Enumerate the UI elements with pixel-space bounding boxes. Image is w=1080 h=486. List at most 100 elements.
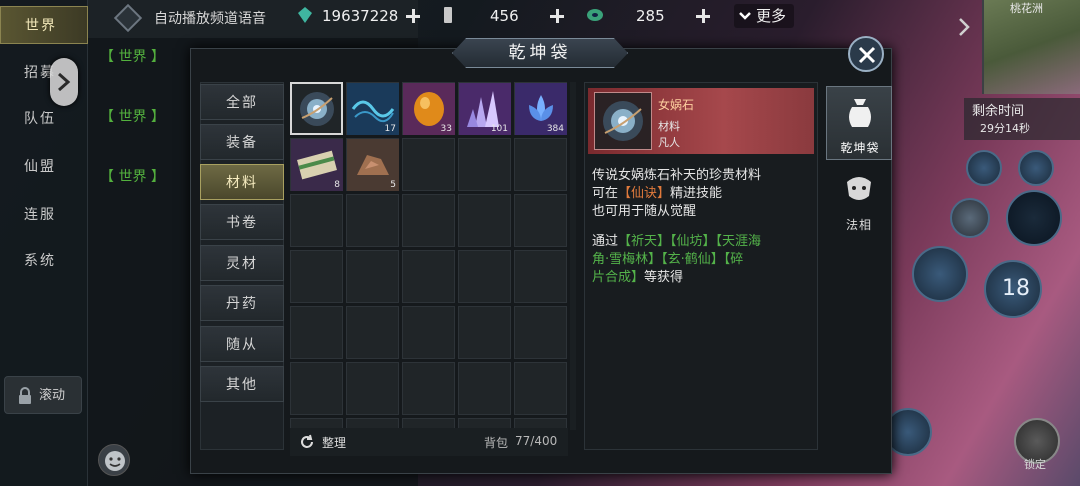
nuwa-stone-icon [300,92,334,126]
timer-title: 剩余时间 [972,104,1025,119]
category-followers[interactable]: 随从 [200,326,284,362]
category-books[interactable]: 书卷 [200,204,284,240]
lock-target-label: 锁定 [1024,458,1046,471]
item-slot[interactable]: 5 [346,138,399,191]
item-slot-empty[interactable] [458,306,511,359]
item-slot-empty[interactable] [458,138,511,191]
item-slot-empty[interactable] [290,194,343,247]
source-suffix: 等获得 [644,270,684,285]
skill-button[interactable] [1018,150,1054,186]
item-slot[interactable]: 33 [402,82,455,135]
item-quantity: 5 [390,180,396,190]
channel-team[interactable]: 队伍 [0,100,88,138]
mask-icon [847,177,871,200]
item-slot[interactable]: 384 [514,82,567,135]
emoji-button[interactable] [98,444,130,476]
close-button[interactable] [848,36,884,72]
category-all[interactable]: 全部 [200,84,284,120]
item-slot-empty[interactable] [290,306,343,359]
ticket-currency-icon [444,7,452,23]
voice-diamond-icon [113,3,143,33]
add-ticket-button[interactable] [548,7,566,25]
bag-capacity-label: 背包 [484,436,509,450]
collapse-chat-button[interactable] [50,58,78,106]
item-source-links[interactable]: 角·雪梅林】【玄·鹤仙】【碎 [592,248,743,267]
skill-button[interactable] [912,246,968,302]
tab-label: 法相 [845,218,872,232]
item-slot-empty[interactable] [402,306,455,359]
item-quantity: 17 [384,124,396,134]
item-slot[interactable]: 8 [290,138,343,191]
nuwa-stone-icon [603,101,643,141]
item-description-line: 传说女娲炼石补天的珍贵材料 [592,168,762,183]
item-slot-empty[interactable] [346,362,399,415]
sort-button[interactable]: 整理 [322,434,346,451]
category-elixirs[interactable]: 丹药 [200,285,284,321]
ticket-amount: 456 [490,7,519,25]
item-description-line: 也可用于随从觉醒 [592,204,697,219]
skill-button[interactable] [950,198,990,238]
more-label: 更多 [756,7,787,25]
item-description-line: 可在【仙诀】精进技能 [592,182,722,201]
smiley-icon [105,451,125,471]
category-spirit-materials[interactable]: 灵材 [200,245,284,281]
ultimate-skill-button[interactable] [1006,190,1062,246]
item-slot-empty[interactable] [514,250,567,303]
item-slot[interactable]: 17 [346,82,399,135]
category-materials[interactable]: 材料 [200,164,284,200]
item-slot-empty[interactable] [514,138,567,191]
source-links[interactable]: 【祈天】【仙坊】【天涯海 [618,234,761,249]
desc-highlight-link[interactable]: 【仙诀】 [618,186,670,201]
grid-scrollbar[interactable] [570,82,576,430]
item-slot[interactable]: 101 [458,82,511,135]
sort-refresh-icon[interactable] [298,433,316,451]
item-slot-empty[interactable] [402,362,455,415]
channel-world[interactable]: 世界 [0,6,88,44]
chevron-down-icon [739,12,751,20]
item-slot-empty[interactable] [290,362,343,415]
channel-cross-server[interactable]: 连服 [0,196,88,234]
category-other[interactable]: 其他 [200,366,284,402]
item-source-line: 通过【祈天】【仙坊】【天涯海 [592,230,761,249]
game-screen: { "chat": { "nav": ["世界","招募","队伍","仙盟",… [0,0,1080,486]
skill-button[interactable] [966,150,1002,186]
channel-system[interactable]: 系统 [0,242,88,280]
category-equipment[interactable]: 装备 [200,124,284,160]
item-slot-empty[interactable] [346,306,399,359]
add-jade-button[interactable] [404,7,422,25]
skill-cooldown-counter: 18 [1002,276,1030,301]
item-slot-empty[interactable] [458,194,511,247]
scroll-lock-label: 滚动 [39,388,66,403]
item-rarity: 凡人 [658,136,680,149]
panel-title: 乾坤袋 [508,43,572,63]
chat-world-tag: 【 世界 】 [100,49,165,65]
expand-right-icon[interactable] [956,16,972,38]
item-slot-empty[interactable] [346,194,399,247]
item-slot-empty[interactable] [402,194,455,247]
item-slot-empty[interactable] [458,362,511,415]
tab-label: 乾坤袋 [840,141,880,155]
chevron-right-icon [58,72,71,92]
item-slot-empty[interactable] [514,194,567,247]
item-slot-empty[interactable] [458,250,511,303]
jade-amount: 19637228 [322,7,399,25]
add-coin-button[interactable] [694,7,712,25]
item-slot-empty[interactable] [402,138,455,191]
jade-currency-icon [298,7,312,23]
source-links[interactable]: 片合成】 [592,270,644,285]
item-slot-empty[interactable] [514,306,567,359]
item-slot-empty[interactable] [346,250,399,303]
item-quantity: 101 [490,124,508,134]
item-slot-nuwa-stone[interactable] [290,82,343,135]
timer-value: 29分14秒 [980,122,1030,135]
item-slot-empty[interactable] [402,250,455,303]
tab-dharma-form[interactable]: 法相 [826,164,892,238]
channel-guild[interactable]: 仙盟 [0,148,88,186]
item-slot-empty[interactable] [290,250,343,303]
desc-text: 可在 [592,186,619,201]
lock-icon [19,387,31,404]
tab-inventory-bag[interactable]: 乾坤袋 [826,86,892,160]
more-button[interactable]: 更多 [734,4,794,28]
scroll-lock-button[interactable]: 滚动 [4,376,82,414]
item-slot-empty[interactable] [514,362,567,415]
